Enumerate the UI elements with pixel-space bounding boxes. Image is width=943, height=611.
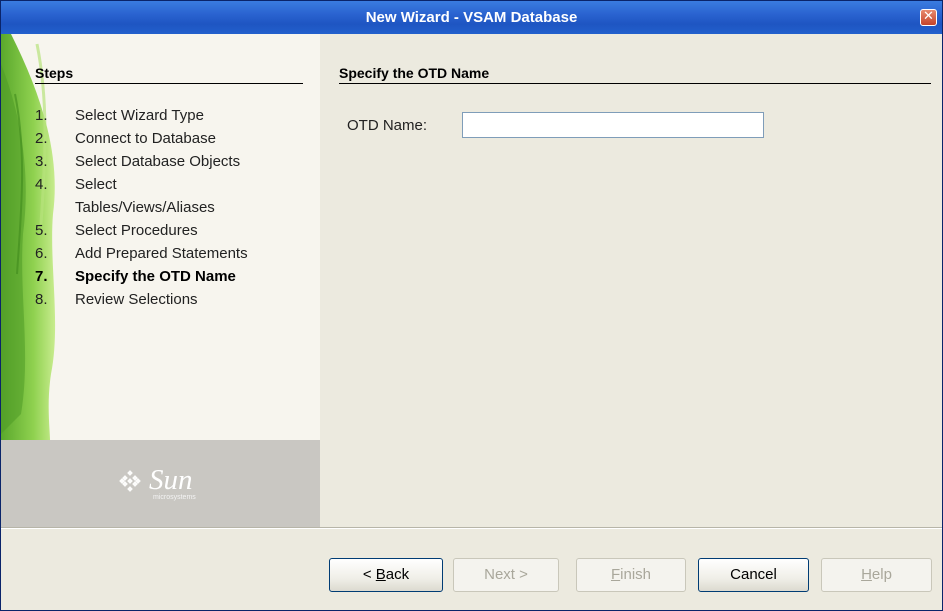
steps-heading: Steps [35,65,303,84]
otd-name-input[interactable] [462,112,764,138]
back-rest: ack [385,566,410,583]
step-item-active: 7. Specify the OTD Name [35,265,315,288]
step-label: Select Tables/Views/Aliases [75,176,215,216]
cancel-button[interactable]: Cancel [698,558,809,592]
next-button[interactable]: Next > [453,558,559,592]
step-item: 2. Connect to Database [35,127,315,150]
step-number: 7. [35,268,48,285]
sun-logo: Sun microsystems [119,462,239,508]
step-number: 3. [35,153,48,170]
back-button[interactable]: < Back [329,558,443,592]
step-number: 1. [35,107,48,124]
finish-rest: inish [620,566,652,583]
content-panel: Specify the OTD Name OTD Name: [320,34,942,527]
help-button[interactable]: Help [821,558,932,592]
window-title: New Wizard - VSAM Database [365,9,578,26]
step-label: Select Wizard Type [75,107,204,124]
sun-diamond-icon [119,470,141,492]
steps-panel: Steps 1. Select Wizard Type 2. Connect to … [1,34,320,527]
section-title: Specify the OTD Name [339,65,931,84]
title-bar[interactable]: New Wizard - VSAM Database ✕ [1,1,942,34]
sun-wordmark: Sun [149,464,193,496]
step-label: Connect to Database [75,130,216,147]
step-item: 4. Select Tables/Views/Aliases [35,173,315,219]
step-label: Review Selections [75,291,198,308]
step-label: Select Database Objects [75,153,241,170]
finish-button[interactable]: Finish [576,558,686,592]
back-prefix: < [362,566,376,583]
otd-name-label: OTD Name: [347,117,428,134]
step-item: 5. Select Procedures [35,219,315,242]
close-icon[interactable]: ✕ [920,9,937,26]
back-mnemonic: B [375,566,386,583]
step-number: 4. [35,176,48,193]
step-list: 1. Select Wizard Type 2. Connect to Databa… [35,104,315,311]
step-number: 2. [35,130,48,147]
step-label: Specify the OTD Name [75,268,236,285]
step-number: 6. [35,245,48,262]
brand-area: Sun microsystems [1,440,320,527]
sun-subtext: microsystems [153,494,196,501]
step-label: Select Procedures [75,222,198,239]
step-number: 8. [35,291,48,308]
wizard-window: New Wizard - VSAM Database ✕ Steps 1. Sel… [0,0,943,611]
step-item: 8. Review Selections [35,288,315,311]
step-item: 3. Select Database Objects [35,150,315,173]
help-rest: elp [871,566,892,583]
finish-mnemonic: F [610,566,621,583]
help-mnemonic: H [861,566,872,583]
step-item: 1. Select Wizard Type [35,104,315,127]
step-number: 5. [35,222,48,239]
step-item: 6. Add Prepared Statements [35,242,315,265]
step-label: Add Prepared Statements [75,245,248,262]
footer-divider-highlight [1,528,942,529]
